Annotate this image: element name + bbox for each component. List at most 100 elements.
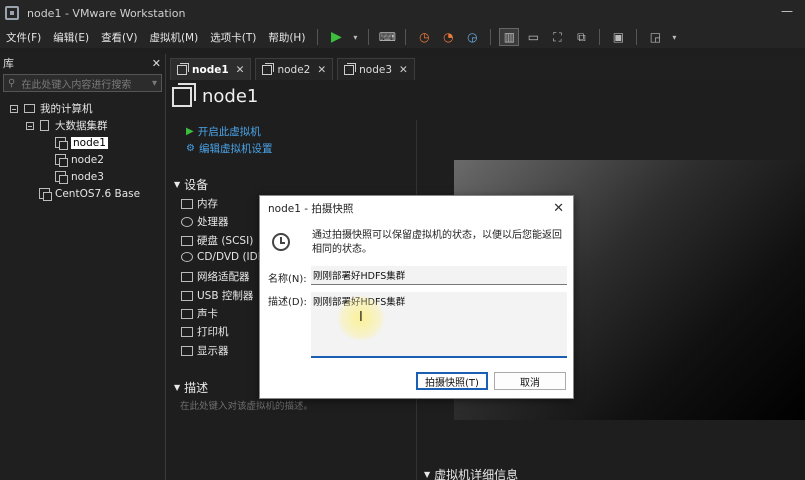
devices-section-header[interactable]: ▼ 设备 xyxy=(174,176,208,193)
monitor-icon xyxy=(181,345,193,356)
vm-icon xyxy=(177,62,189,75)
vm-icon xyxy=(55,137,68,150)
library-header: 库 ✕ xyxy=(0,54,165,72)
edit-settings-link[interactable]: ⚙ 编辑虚拟机设置 xyxy=(186,141,272,156)
name-label: 名称(N): xyxy=(268,274,307,285)
device-memory[interactable]: 内存 xyxy=(181,196,218,211)
revert-snapshot-icon[interactable]: ◔ xyxy=(438,28,458,46)
thumbnail-bar-icon[interactable]: ▭ xyxy=(523,28,543,46)
menu-tabs[interactable]: 选项卡(T) xyxy=(204,30,262,45)
device-printer[interactable]: 打印机 xyxy=(181,324,229,339)
stretch-icon[interactable]: ◲ xyxy=(645,28,665,46)
minimize-icon[interactable]: — xyxy=(781,4,793,18)
unity-icon[interactable]: ⧉ xyxy=(571,28,591,46)
tree-item-folder[interactable]: 大数据集群 xyxy=(0,117,165,134)
tree-label: 我的计算机 xyxy=(40,103,93,115)
device-label: 网络适配器 xyxy=(197,271,250,283)
device-sound[interactable]: 声卡 xyxy=(181,306,218,321)
search-icon: ⚲ xyxy=(8,77,16,89)
menu-file[interactable]: 文件(F) xyxy=(0,30,47,45)
library-panel: 库 ✕ ⚲ 在此处键入内容进行搜索 ▾ 我的计算机 大数据集群 node1 no… xyxy=(0,54,166,480)
close-icon[interactable]: ✕ xyxy=(317,64,326,76)
device-hard-disk[interactable]: 硬盘 (SCSI) xyxy=(181,233,253,248)
power-dropdown-icon[interactable]: ▾ xyxy=(350,28,360,46)
description-hint[interactable]: 在此处键入对该虚拟机的描述。 xyxy=(180,398,313,412)
toolbar-separator xyxy=(405,29,407,45)
vm-icon xyxy=(55,154,68,167)
tab-node2[interactable]: node2 ✕ xyxy=(255,58,334,80)
close-icon[interactable]: ✕ xyxy=(399,64,408,76)
collapse-icon[interactable] xyxy=(10,104,18,113)
window-title: node1 - VMware Workstation xyxy=(27,6,186,20)
menu-view[interactable]: 查看(V) xyxy=(95,30,143,45)
close-icon[interactable]: ✕ xyxy=(152,57,161,70)
device-usb[interactable]: USB 控制器 xyxy=(181,288,253,303)
show-library-icon[interactable]: ▥ xyxy=(499,28,520,46)
tab-node1[interactable]: node1 ✕ xyxy=(170,58,252,80)
device-label: 硬盘 (SCSI) xyxy=(197,235,254,247)
tree-item-node2[interactable]: node2 xyxy=(0,151,165,168)
menu-vm[interactable]: 虚拟机(M) xyxy=(143,30,204,45)
cd-icon xyxy=(181,252,193,262)
power-on-link[interactable]: ▶ 开启此虚拟机 xyxy=(186,124,261,139)
collapse-icon[interactable] xyxy=(26,121,34,130)
dialog-title-bar: node1 - 拍摄快照 ✕ xyxy=(260,196,573,221)
section-title: 虚拟机详细信息 xyxy=(434,468,519,480)
device-label: 打印机 xyxy=(197,326,229,338)
console-view-icon[interactable]: ▣ xyxy=(608,28,628,46)
close-icon[interactable]: ✕ xyxy=(236,64,245,76)
tree-label: node2 xyxy=(71,153,104,166)
menu-help[interactable]: 帮助(H) xyxy=(262,30,311,45)
tree-item-my-computer[interactable]: 我的计算机 xyxy=(0,100,165,117)
device-label: 声卡 xyxy=(197,308,218,320)
device-cd-dvd[interactable]: CD/DVD (IDE xyxy=(181,251,264,263)
send-ctrl-alt-del-icon[interactable]: ⌨ xyxy=(377,28,397,46)
power-on-label: 开启此虚拟机 xyxy=(197,126,261,138)
hard-disk-icon xyxy=(181,235,193,246)
cancel-button[interactable]: 取消 xyxy=(494,372,566,390)
snapshot-manager-icon[interactable]: ◶ xyxy=(462,28,482,46)
vm-icon xyxy=(55,171,68,184)
chevron-down-icon[interactable]: ▾ xyxy=(152,78,157,89)
device-label: CD/DVD (IDE xyxy=(197,251,265,263)
toolbar-separator xyxy=(490,29,492,45)
snapshot-icon[interactable]: ◷ xyxy=(414,28,434,46)
library-tree: 我的计算机 大数据集群 node1 node2 node3 CentOS7.6 … xyxy=(0,100,165,202)
tab-label: node2 xyxy=(277,63,311,76)
details-section-header[interactable]: ▼ 虚拟机详细信息 xyxy=(424,466,518,480)
tree-item-node3[interactable]: node3 xyxy=(0,168,165,185)
take-snapshot-button[interactable]: 拍摄快照(T) xyxy=(416,372,488,390)
edit-settings-label: 编辑虚拟机设置 xyxy=(198,143,273,155)
menu-bar: 文件(F) 编辑(E) 查看(V) 虚拟机(M) 选项卡(T) 帮助(H) ▶ … xyxy=(0,26,805,48)
toolbar-separator xyxy=(599,29,601,45)
stretch-dropdown-icon[interactable]: ▾ xyxy=(669,28,679,46)
close-icon[interactable]: ✕ xyxy=(553,201,564,216)
computer-icon xyxy=(24,104,35,113)
snapshot-description-input[interactable]: 刚刚部署好HDFS集群 xyxy=(311,292,567,358)
device-label: 内存 xyxy=(197,198,218,210)
menu-edit[interactable]: 编辑(E) xyxy=(47,30,95,45)
description-section-header[interactable]: ▼ 描述 xyxy=(174,379,208,396)
tree-label: node3 xyxy=(71,170,104,183)
tree-item-node1[interactable]: node1 xyxy=(0,134,165,151)
vm-icon xyxy=(39,188,52,201)
device-network[interactable]: 网络适配器 xyxy=(181,269,250,284)
device-processor[interactable]: 处理器 xyxy=(181,214,229,229)
power-on-icon[interactable]: ▶ xyxy=(326,28,346,46)
printer-icon xyxy=(181,326,193,337)
tab-node3[interactable]: node3 ✕ xyxy=(337,58,415,80)
tab-label: node1 xyxy=(192,63,229,76)
fullscreen-icon[interactable]: ⛶ xyxy=(547,28,567,46)
vm-icon xyxy=(172,82,196,107)
tree-item-centos[interactable]: CentOS7.6 Base xyxy=(0,185,165,202)
processor-icon xyxy=(181,216,193,227)
snapshot-name-input[interactable] xyxy=(311,266,567,285)
device-label: 显示器 xyxy=(197,345,229,357)
device-display[interactable]: 显示器 xyxy=(181,343,229,358)
clock-icon xyxy=(272,233,290,251)
search-input[interactable]: 在此处键入内容进行搜索 xyxy=(21,76,152,91)
dialog-title: node1 - 拍摄快照 xyxy=(268,203,354,215)
tab-bar: node1 ✕ node2 ✕ node3 ✕ xyxy=(166,56,805,80)
library-search[interactable]: ⚲ 在此处键入内容进行搜索 ▾ xyxy=(3,74,162,92)
collapse-icon: ▼ xyxy=(174,180,181,189)
